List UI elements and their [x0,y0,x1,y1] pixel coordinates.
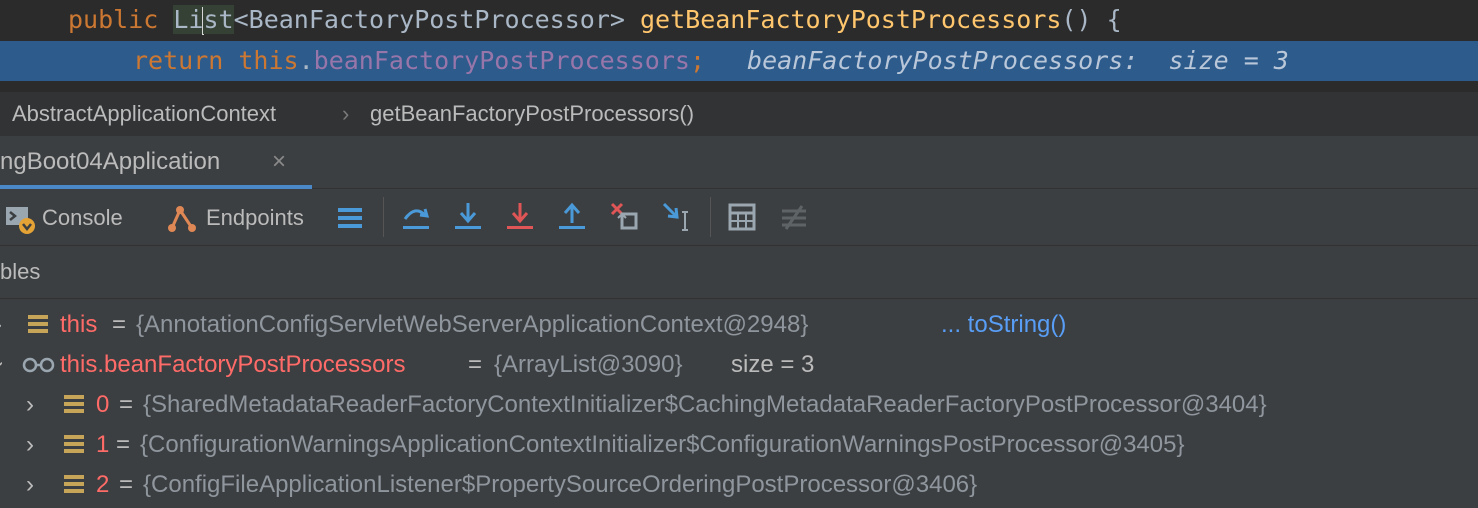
variables-title: bles [0,259,41,284]
equals-sign: = [119,391,134,418]
step-into-icon [455,203,481,229]
step-over-icon [403,208,430,229]
console-icon [6,207,35,234]
breadcrumb-separator: › [342,101,350,126]
equals-sign: = [468,351,483,378]
variable-value: {ConfigFileApplicationListener$PropertyS… [143,471,978,498]
force-step-into-icon [507,203,533,229]
expand-arrow-icon[interactable]: › [0,311,2,339]
trace-current-stream-button[interactable] [776,189,816,245]
calculator-icon [728,203,756,231]
force-step-into-button[interactable] [502,189,542,245]
run-to-cursor-icon [662,202,688,231]
equals-sign: = [119,471,134,498]
variable-row-element-1[interactable]: › 1 = {ConfigurationWarningsApplicationC… [0,423,1478,463]
equals-sign: = [116,431,131,458]
expand-arrow-icon[interactable]: › [26,391,34,419]
endpoints-icon [168,206,196,232]
field-reference: beanFactoryPostProcessors [313,46,690,75]
generic-type: <BeanFactoryPostProcessor> [233,5,640,34]
tostring-link[interactable]: ... toString() [941,311,1066,339]
field-icon [28,315,48,333]
keyword-return: return [133,46,224,75]
breadcrumb: AbstractApplicationContext › getBeanFact… [0,92,1478,136]
variable-name: 0 [96,391,110,418]
debugger-toolbar: Console Endpoints [0,189,1478,246]
tab-run-configuration[interactable]: ngBoot04Application × [0,136,312,189]
variable-value: {ConfigurationWarningsApplicationContext… [140,431,1185,458]
field-icon [64,395,84,413]
code-line-current-execution[interactable]: return this.beanFactoryPostProcessors; be… [0,41,1478,81]
variable-value: {SharedMetadataReaderFactoryContextIniti… [143,391,1267,418]
close-icon[interactable]: × [272,148,286,176]
endpoints-tab[interactable]: Endpoints [160,189,315,245]
step-out-button[interactable] [554,189,594,245]
code-editor[interactable]: public List<BeanFactoryPostProcessor> ge… [0,0,1478,92]
expand-arrow-icon[interactable]: › [26,471,34,499]
variable-name: 1 [96,431,110,458]
console-tab[interactable]: Console [0,189,135,245]
variable-name: this.beanFactoryPostProcessors [60,351,406,378]
toolbar-separator [710,197,711,237]
signature-tail: () { [1061,5,1122,34]
tab-label: ngBoot04Application [0,148,221,175]
variable-row-this[interactable]: › this = {AnnotationConfigServletWebServ… [0,303,1478,343]
semicolon: ; [689,46,706,75]
inline-debug-hint: beanFactoryPostProcessors: size = 3 [747,46,1289,75]
menu-icon [338,208,362,228]
variables-tree[interactable]: › this = {AnnotationConfigServletWebServ… [0,299,1478,508]
code-line-method-signature[interactable]: public List<BeanFactoryPostProcessor> ge… [0,0,1478,40]
variable-name: this [60,311,98,338]
step-into-button[interactable] [450,189,490,245]
keyword-public: public [68,5,159,34]
drop-frame-button[interactable] [606,189,646,245]
drop-frame-icon [610,202,638,230]
method-name: getBeanFactoryPostProcessors [639,5,1062,34]
debug-tab-bar: ngBoot04Application × [0,136,1478,189]
variable-name: 2 [96,471,110,498]
console-label: Console [42,205,123,230]
equals-sign: = [112,311,127,338]
variable-value: {AnnotationConfigServletWebServerApplica… [136,311,809,338]
variable-row-bean-factory-post-processors[interactable]: › this.beanFactoryPostProcessors = {Arra… [0,343,1478,383]
stream-trace-icon [782,205,806,230]
expand-arrow-icon[interactable]: › [26,431,34,459]
endpoints-label: Endpoints [206,205,304,230]
step-out-icon [559,202,585,229]
watch-glasses-icon [22,357,55,373]
collapse-arrow-icon[interactable]: › [0,361,12,369]
breadcrumb-method[interactable]: getBeanFactoryPostProcessors() [370,101,694,127]
breadcrumb-class[interactable]: AbstractApplicationContext [12,101,276,127]
run-to-cursor-button[interactable] [658,189,698,245]
field-icon [64,475,84,493]
step-over-button[interactable] [397,189,437,245]
type-list-part1: Li [173,5,204,34]
variable-row-element-0[interactable]: › 0 = {SharedMetadataReaderFactoryContex… [0,383,1478,423]
type-list-part2: st [203,5,234,34]
variables-panel-header: bles [0,246,1478,299]
layout-menu-button[interactable] [332,189,368,245]
toolbar-separator [383,197,384,237]
collection-size: size = 3 [731,351,815,378]
variable-row-element-2[interactable]: › 2 = {ConfigFileApplicationListener$Pro… [0,463,1478,503]
field-icon [64,435,84,453]
keyword-this: this [238,46,299,75]
evaluate-expression-button[interactable] [724,189,764,245]
dot: . [298,46,314,75]
variable-value: {ArrayList@3090} [494,351,683,378]
